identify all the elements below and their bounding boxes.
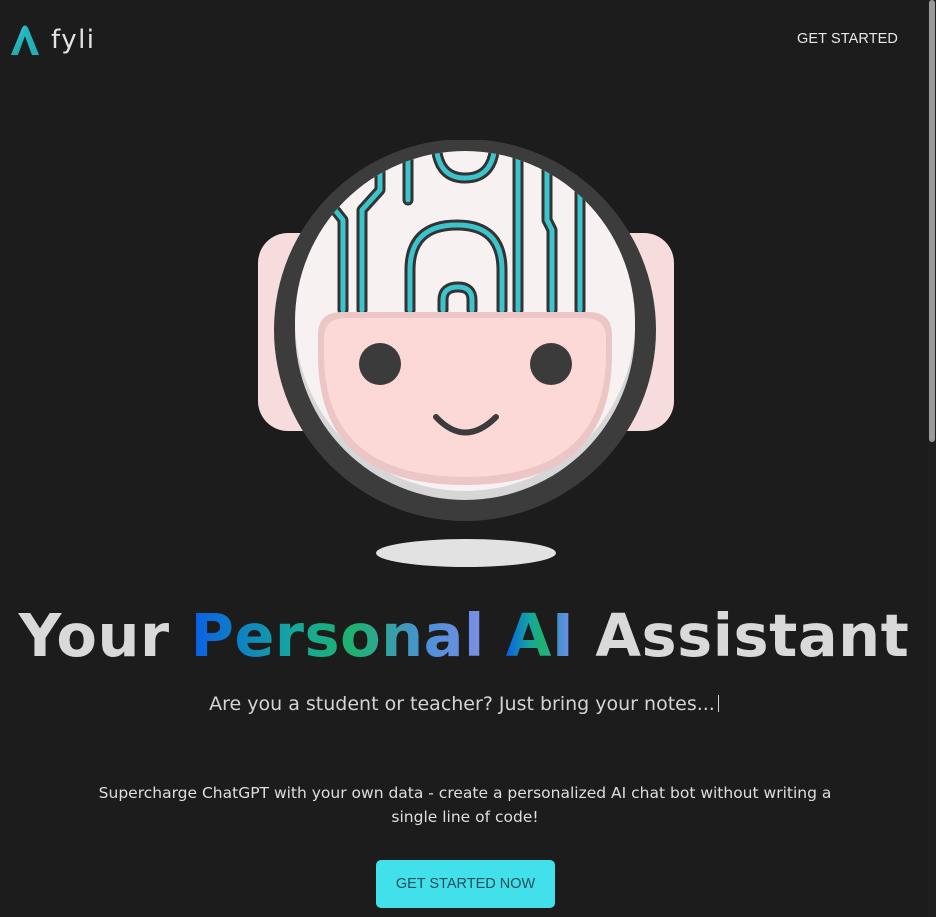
robot-illustration: [258, 140, 674, 567]
robot-shadow: [376, 539, 556, 567]
typing-subtitle: Are you a student or teacher? Just bring…: [0, 690, 928, 718]
hero-headline: Your Personal AI Assistant: [0, 596, 928, 676]
subtitle-text: Are you a student or teacher? Just bring…: [209, 693, 715, 715]
logo-link[interactable]: fyli: [8, 22, 96, 58]
get-started-nav-link[interactable]: GET STARTED: [797, 31, 898, 47]
headline-word-assistant: Assistant: [595, 601, 910, 670]
left-eye: [359, 343, 401, 385]
right-eye: [530, 343, 572, 385]
site-header: fyli GET STARTED: [0, 0, 928, 82]
headline-word-ai: AI: [505, 601, 575, 670]
scrollbar-thumb[interactable]: [929, 0, 935, 442]
headline-word-personal: Personal: [190, 601, 485, 670]
hero-description: Supercharge ChatGPT with your own data -…: [98, 784, 832, 826]
fyli-logo-icon: [11, 25, 39, 55]
logo-text: fyli: [51, 25, 96, 55]
headline-word-your: Your: [18, 601, 170, 670]
landing-page: fyli GET STARTED Your Personal AI Assist…: [0, 0, 936, 917]
get-started-now-button[interactable]: GET STARTED NOW: [376, 860, 555, 908]
text-caret: [717, 695, 719, 712]
page-scrollbar[interactable]: [928, 0, 936, 917]
